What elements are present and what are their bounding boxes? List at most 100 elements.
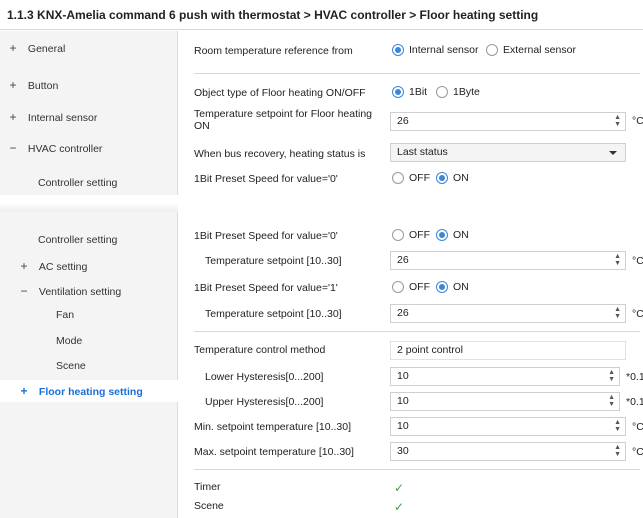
sidebar-item-label: Button (27, 80, 59, 92)
scene-label: Scene (194, 500, 224, 512)
radio-selected-icon (392, 86, 404, 98)
lower-hysteresis-label: Lower Hysteresis[0...200] (205, 371, 324, 383)
radio-label: Internal sensor (409, 44, 479, 56)
collapse-icon[interactable]: − (18, 284, 30, 298)
radio-selected-icon (436, 229, 448, 241)
bus-recovery-label: When bus recovery, heating status is (194, 148, 366, 160)
radio-label: ON (453, 229, 469, 241)
divider (194, 331, 640, 332)
sidebar-item-label: Controller setting (38, 177, 118, 189)
spin-up-down-icon[interactable]: ▲ ▼ (608, 369, 615, 383)
input-value: 30 (397, 445, 409, 457)
room-ref-label: Room temperature reference from (194, 45, 353, 57)
spin-up-down-icon[interactable]: ▲ ▼ (614, 306, 621, 320)
max-setpoint-input[interactable]: 30 ▲ ▼ (390, 442, 626, 461)
sidebar-item-button[interactable]: + Button (7, 78, 185, 92)
radio-label: ON (453, 172, 469, 184)
radio-label: 1Byte (453, 86, 480, 98)
unit-label: °C (632, 255, 643, 267)
sidebar-item-ac-setting[interactable]: + AC setting (18, 259, 196, 273)
top-content: Room temperature reference from Internal… (178, 31, 643, 195)
checkmark-icon[interactable]: ✓ (394, 482, 406, 494)
top-panel: + General + Button + Internal sensor − H… (0, 31, 643, 195)
spin-up-down-icon[interactable]: ▲ ▼ (608, 394, 615, 408)
max-setpoint-label: Max. setpoint temperature [10..30] (194, 446, 354, 458)
expand-icon[interactable]: + (7, 41, 19, 55)
radio-unselected-icon (392, 172, 404, 184)
min-setpoint-label: Min. setpoint temperature [10..30] (194, 421, 352, 433)
bus-recovery-select[interactable]: Last status (390, 143, 626, 162)
preset1-label: 1Bit Preset Speed for value='1' (194, 282, 338, 294)
sidebar-item-floor-heating-setting[interactable]: + Floor heating setting (0, 380, 178, 402)
radio-unselected-icon (486, 44, 498, 56)
preset1-off-radio[interactable]: OFF (392, 281, 430, 293)
unit-label: °C (632, 421, 643, 433)
collapse-icon[interactable]: − (7, 141, 19, 155)
preset0-label: 1Bit Preset Speed for value='0' (194, 230, 338, 242)
spin-up-down-icon[interactable]: ▲ ▼ (614, 444, 621, 458)
sidebar-bottom: Controller setting + AC setting − Ventil… (0, 212, 178, 518)
radio-label: External sensor (503, 44, 576, 56)
spin-up-down-icon[interactable]: ▲ ▼ (614, 419, 621, 433)
lower-hysteresis-input[interactable]: 10 ▲ ▼ (390, 367, 620, 386)
sidebar-item-internal-sensor[interactable]: + Internal sensor (7, 110, 185, 124)
unit-label: °C (632, 308, 643, 320)
chevron-down-icon (609, 151, 617, 155)
sidebar-item-hvac-controller[interactable]: − HVAC controller (7, 141, 185, 155)
radio-label: 1Bit (409, 86, 428, 98)
preset0-on-radio[interactable]: ON (436, 172, 469, 184)
input-value: 26 (397, 115, 409, 127)
radio-label: OFF (409, 281, 430, 293)
control-method-value: 2 point control (390, 341, 626, 360)
upper-hysteresis-input[interactable]: 10 ▲ ▼ (390, 392, 620, 411)
radio-selected-icon (436, 281, 448, 293)
sidebar-item-label: Controller setting (38, 234, 118, 246)
sidebar-item-label: Ventilation setting (38, 286, 122, 298)
sidebar-item-label: HVAC controller (27, 143, 103, 155)
sidebar-item-label: Floor heating setting (38, 386, 143, 398)
obj-type-1bit-radio[interactable]: 1Bit (392, 86, 427, 98)
spin-up-down-icon[interactable]: ▲ ▼ (614, 253, 621, 267)
sidebar-item-label: Internal sensor (27, 112, 98, 124)
preset0-on-radio[interactable]: ON (436, 229, 469, 241)
radio-selected-icon (436, 172, 448, 184)
expand-icon[interactable]: + (7, 110, 19, 124)
checkmark-icon[interactable]: ✓ (394, 501, 406, 513)
preset0-off-radio[interactable]: OFF (392, 172, 430, 184)
sidebar-item-label: Fan (56, 309, 75, 321)
min-setpoint-input[interactable]: 10 ▲ ▼ (390, 417, 626, 436)
room-ref-external-radio[interactable]: External sensor (486, 44, 576, 56)
setpoint1-input[interactable]: 26 ▲ ▼ (390, 304, 626, 323)
room-ref-internal-radio[interactable]: Internal sensor (392, 44, 478, 56)
upper-hysteresis-label: Upper Hysteresis[0...200] (205, 396, 324, 408)
sidebar-item-label: Mode (56, 335, 83, 347)
radio-label: ON (453, 281, 469, 293)
timer-label: Timer (194, 481, 221, 493)
divider (194, 73, 640, 74)
panel-gap (0, 195, 643, 212)
obj-type-1byte-radio[interactable]: 1Byte (436, 86, 480, 98)
bottom-content: 1Bit Preset Speed for value='0' OFF ON T… (178, 212, 643, 518)
preset0-off-radio[interactable]: OFF (392, 229, 430, 241)
expand-icon[interactable]: + (18, 259, 30, 273)
unit-label: *0.1°C (626, 371, 643, 383)
spin-up-down-icon[interactable]: ▲ ▼ (614, 114, 621, 128)
input-value: 10 (397, 370, 409, 382)
setpoint0-input[interactable]: 26 ▲ ▼ (390, 251, 626, 270)
radio-unselected-icon (436, 86, 448, 98)
setpoint0-label: Temperature setpoint [10..30] (205, 255, 342, 267)
preset0-label: 1Bit Preset Speed for value='0' (194, 173, 338, 185)
unit-label: °C (632, 446, 643, 458)
expand-icon[interactable]: + (7, 78, 19, 92)
bottom-panel: Controller setting + AC setting − Ventil… (0, 212, 643, 518)
sidebar-item-label: AC setting (38, 261, 88, 273)
sidebar-item-general[interactable]: + General (7, 41, 185, 55)
input-value: 26 (397, 307, 409, 319)
radio-label: OFF (409, 172, 430, 184)
sidebar-item-ventilation-setting[interactable]: − Ventilation setting (18, 284, 196, 298)
select-value: Last status (397, 146, 448, 158)
input-value: 26 (397, 254, 409, 266)
expand-icon[interactable]: + (18, 380, 30, 402)
preset1-on-radio[interactable]: ON (436, 281, 469, 293)
setpoint-on-input[interactable]: 26 ▲ ▼ (390, 112, 626, 131)
